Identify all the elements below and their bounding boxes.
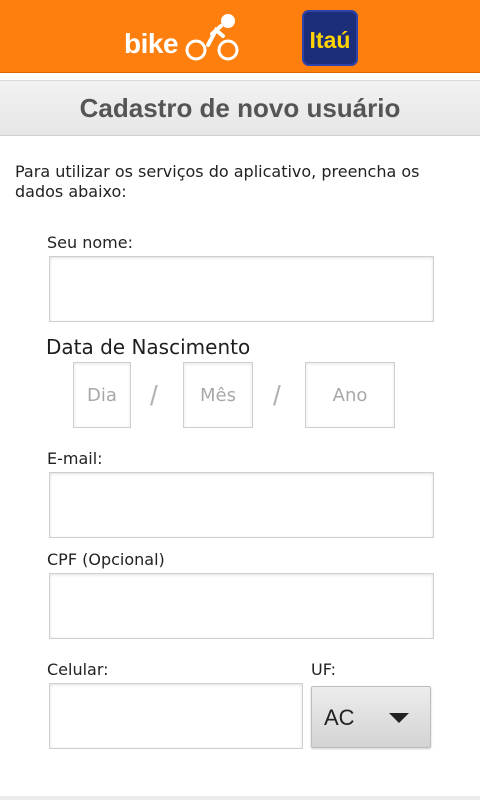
phone-label: Celular: bbox=[47, 660, 109, 679]
email-input[interactable] bbox=[50, 473, 433, 537]
page-title: Cadastro de novo usuário bbox=[79, 93, 401, 123]
bikerio-logo: bike bbox=[124, 12, 244, 62]
uf-label: UF: bbox=[311, 660, 337, 679]
year-input[interactable] bbox=[306, 363, 394, 427]
bicycle-icon bbox=[185, 14, 239, 61]
uf-selected-value: AC bbox=[324, 705, 355, 730]
day-input[interactable] bbox=[74, 363, 130, 427]
date-separator-1: / bbox=[150, 380, 158, 411]
dropdown-arrow-icon bbox=[389, 713, 409, 723]
registration-screen: bike Itaú Cadastro de novo usuário Para … bbox=[0, 0, 480, 800]
date-separator-2: / bbox=[273, 380, 281, 411]
name-field[interactable] bbox=[49, 256, 434, 322]
bottom-divider bbox=[0, 796, 480, 800]
email-field[interactable] bbox=[49, 472, 434, 538]
birthdate-label: Data de Nascimento bbox=[46, 335, 251, 359]
itau-logo-text: Itaú bbox=[309, 27, 351, 53]
app-header: bike Itaú bbox=[0, 0, 480, 73]
name-input[interactable] bbox=[50, 257, 433, 321]
month-field[interactable] bbox=[183, 362, 253, 428]
cpf-label: CPF (Opcional) bbox=[47, 550, 165, 569]
phone-field[interactable] bbox=[49, 683, 303, 749]
uf-select[interactable]: AC bbox=[311, 686, 431, 748]
intro-text: Para utilizar os serviços do aplicativo,… bbox=[15, 162, 420, 201]
day-field[interactable] bbox=[73, 362, 131, 428]
cpf-input[interactable] bbox=[50, 574, 433, 638]
month-input[interactable] bbox=[184, 363, 252, 427]
phone-input[interactable] bbox=[50, 684, 302, 748]
name-label: Seu nome: bbox=[47, 233, 133, 252]
email-label: E-mail: bbox=[47, 449, 103, 468]
year-field[interactable] bbox=[305, 362, 395, 428]
cpf-field[interactable] bbox=[49, 573, 434, 639]
itau-logo: Itaú bbox=[302, 10, 358, 66]
title-bar: Cadastro de novo usuário bbox=[0, 80, 480, 136]
